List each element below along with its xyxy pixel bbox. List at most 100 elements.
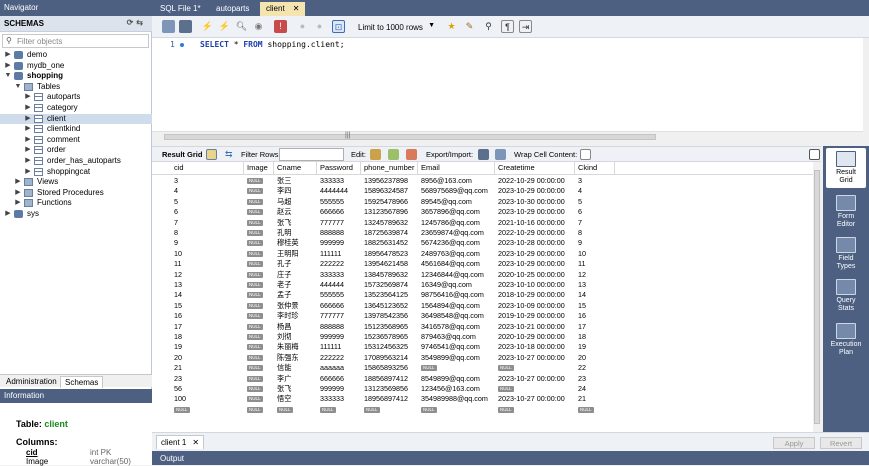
table-cell[interactable]: NULL [247, 374, 274, 384]
table-cell[interactable]: 9746541@qq.com [421, 342, 495, 352]
scroll-thumb[interactable]: ||| [164, 132, 656, 140]
side-button-result-grid[interactable]: Result Grid [826, 148, 866, 188]
table-cell[interactable]: 11 [578, 259, 615, 269]
table-cell[interactable]: 12 [174, 270, 244, 280]
row-selector[interactable] [152, 249, 170, 259]
table-cell[interactable]: 23 [174, 374, 244, 384]
close-icon[interactable]: ✕ [293, 4, 300, 13]
table-cell[interactable]: 20 [174, 353, 244, 363]
wrap-lines-icon[interactable]: ⇥ [519, 20, 532, 33]
table-cell[interactable]: 孔子 [277, 259, 317, 269]
table-cell[interactable]: 8956@163.com [421, 176, 495, 186]
table-cell[interactable]: 111111 [320, 249, 361, 259]
column-header-cname[interactable]: Cname [274, 162, 317, 174]
table-cell[interactable]: 3416578@qq.com [421, 322, 495, 332]
table-cell[interactable]: 2023-10-29 00:00:00 [498, 186, 575, 196]
invisible-chars-icon[interactable]: ¶ [501, 20, 514, 33]
sql-editor[interactable]: 1 SELECT * FROM shopping.client; [152, 38, 863, 131]
expand-arrow-icon[interactable]: ▶ [4, 209, 12, 220]
table-cell[interactable]: 2023-10-27 00:00:00 [498, 353, 575, 363]
table-cell[interactable]: 15 [174, 301, 244, 311]
open-file-icon[interactable] [162, 20, 175, 33]
tree-item-mydb_one[interactable]: ▶ mydb_one [0, 61, 152, 72]
table-cell[interactable]: 2489763@qq.com [421, 249, 495, 259]
import-icon[interactable] [495, 149, 506, 160]
table-cell[interactable]: 2023-10-28 00:00:00 [498, 238, 575, 248]
table-cell[interactable]: 999999 [320, 332, 361, 342]
refresh-icon[interactable]: ⟳⇆ [127, 18, 146, 27]
side-button-form-editor[interactable]: Form Editor [826, 192, 866, 232]
row-selector[interactable] [152, 363, 170, 373]
table-cell[interactable]: 2020-10-29 00:00:00 [498, 332, 575, 342]
scroll-thumb[interactable] [814, 170, 820, 424]
table-cell[interactable]: NULL [247, 301, 274, 311]
table-cell[interactable]: 2023-10-10 00:00:00 [498, 280, 575, 290]
table-cell[interactable]: 3 [174, 176, 244, 186]
row-selector[interactable] [152, 342, 170, 352]
result-grid[interactable]: cid Image Cname Password phone_number Email Cr… [152, 162, 813, 432]
table-cell[interactable]: 2023-10-09 00:00:00 [498, 301, 575, 311]
table-cell[interactable]: NULL [247, 186, 274, 196]
grid-vertical-scrollbar[interactable] [813, 162, 821, 432]
row-selector[interactable] [152, 290, 170, 300]
row-selector[interactable] [152, 280, 170, 290]
table-cell[interactable]: 568975689@qq.com [421, 186, 495, 196]
table-cell[interactable]: NULL [498, 384, 575, 394]
delete-row-icon[interactable] [406, 149, 417, 160]
table-cell[interactable]: NULL [247, 290, 274, 300]
table-cell[interactable]: 17 [174, 322, 244, 332]
table-cell[interactable]: 56 [174, 384, 244, 394]
table-cell[interactable]: 李四 [277, 186, 317, 196]
toggle-error-icon[interactable]: ! [274, 20, 287, 33]
table-cell[interactable]: 2023-10-30 00:00:00 [498, 197, 575, 207]
expand-arrow-icon[interactable]: ▶ [24, 124, 32, 135]
expand-arrow-icon[interactable]: ▶ [14, 177, 22, 188]
tab-schemas[interactable]: Schemas [60, 376, 104, 388]
table-cell[interactable]: NULL [247, 332, 274, 342]
table-cell[interactable]: 穆桂英 [277, 238, 317, 248]
table-cell[interactable]: 2023-10-27 00:00:00 [498, 374, 575, 384]
table-cell[interactable]: NULL [247, 363, 274, 373]
filter-icon[interactable]: ⇆ [225, 149, 236, 160]
table-cell[interactable]: 777777 [320, 311, 361, 321]
table-cell[interactable]: 18 [174, 332, 244, 342]
table-cell[interactable]: 222222 [320, 353, 361, 363]
table-cell[interactable]: 666666 [320, 207, 361, 217]
export-icon[interactable] [478, 149, 489, 160]
table-cell[interactable]: 赵云 [277, 207, 317, 217]
table-cell[interactable]: 2020-10-25 00:00:00 [498, 270, 575, 280]
table-cell[interactable]: 李广 [277, 374, 317, 384]
table-cell[interactable]: NULL [247, 259, 274, 269]
row-selector[interactable] [152, 176, 170, 186]
table-cell[interactable]: 信能 [277, 363, 317, 373]
table-cell[interactable]: 2019-10-29 00:00:00 [498, 311, 575, 321]
side-button-execution-plan[interactable]: Execution Plan [826, 320, 866, 360]
table-cell[interactable]: 13 [578, 280, 615, 290]
table-cell[interactable]: 4444444 [320, 186, 361, 196]
table-cell[interactable]: NULL [247, 197, 274, 207]
table-cell[interactable]: 13123569856 [364, 384, 418, 394]
table-cell[interactable]: 4 [578, 186, 615, 196]
table-cell[interactable]: NULL [247, 249, 274, 259]
table-cell[interactable]: 7 [578, 218, 615, 228]
table-cell[interactable]: 2022-10-29 00:00:00 [498, 228, 575, 238]
table-cell[interactable]: 21 [578, 394, 615, 404]
row-selector[interactable] [152, 332, 170, 342]
row-selector[interactable] [152, 311, 170, 321]
table-cell[interactable]: 6 [578, 207, 615, 217]
tab-sql-file[interactable]: SQL File 1* [154, 2, 207, 16]
tab-administration[interactable]: Administration [2, 376, 61, 388]
table-cell[interactable]: NULL [247, 405, 274, 415]
table-cell[interactable]: 13523564125 [364, 290, 418, 300]
table-cell[interactable]: 张三 [277, 176, 317, 186]
tree-item-stored-procedures[interactable]: ▶ Stored Procedures [0, 188, 152, 199]
table-cell[interactable]: 6 [174, 207, 244, 217]
row-selector[interactable] [152, 207, 170, 217]
table-cell[interactable]: 777777 [320, 218, 361, 228]
table-cell[interactable]: NULL [247, 207, 274, 217]
tree-item-views[interactable]: ▶ Views [0, 177, 152, 188]
table-cell[interactable]: 王明阳 [277, 249, 317, 259]
table-cell[interactable]: 16349@qq.com [421, 280, 495, 290]
table-cell[interactable]: NULL [247, 238, 274, 248]
table-cell[interactable]: 2023-10-29 00:00:00 [498, 259, 575, 269]
